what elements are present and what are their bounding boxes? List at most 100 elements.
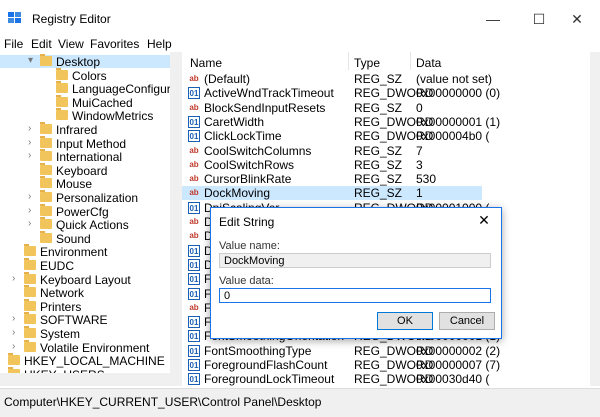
value-data: 0x00000000 (0) [416,86,501,101]
tree-item[interactable]: Colors [0,67,170,83]
menu-favorites[interactable]: Favorites [90,37,139,51]
value-row[interactable]: 01 ClickLockTime REG_DWORD 0x000004b0 ( [182,129,489,144]
folder-icon [56,67,68,80]
tree-item[interactable]: › Personalization [0,190,170,205]
tree-item-label: Keyboard Layout [40,272,131,287]
menu-help[interactable]: Help [147,37,172,51]
value-row[interactable]: 01 ForegroundFlashCount REG_DWORD 0x0000000… [182,358,500,372]
tree-item-label: Keyboard [56,163,108,178]
tree-item[interactable]: Sound [0,230,170,246]
minimize-button[interactable]: — [470,6,516,32]
tree-item[interactable]: › Infrared [0,122,170,137]
chevron-right-icon[interactable]: › [28,205,38,216]
chevron-right-icon[interactable]: › [28,191,38,202]
value-row[interactable]: 01 ActiveWndTrackTimeout REG_DWORD 0x000000… [182,86,500,100]
tree-item[interactable]: › Input Method [0,135,170,151]
chevron-right-icon[interactable]: › [0,354,6,365]
tree-vertical-scrollbar[interactable] [170,52,178,386]
tree-item[interactable]: Printers [0,298,170,314]
chevron-right-icon[interactable]: › [12,341,22,352]
menu-file[interactable]: File [4,37,23,51]
column-data-header[interactable]: Data [416,56,441,70]
column-divider[interactable] [410,52,411,70]
binary-value-icon: 01 [188,115,200,128]
value-name: ClickLockTime [204,129,282,144]
folder-icon [40,122,52,134]
chevron-right-icon[interactable]: › [28,123,38,134]
value-name: CaretWidth [204,114,265,129]
tree-item-label: Desktop [56,55,101,69]
tree-item[interactable]: WindowMetrics [0,108,170,123]
menu-edit[interactable]: Edit [31,37,52,51]
tree-item[interactable]: › Volatile Environment [0,339,170,355]
tree-item[interactable]: › PowerCfg [0,203,170,219]
chevron-right-icon[interactable]: › [12,313,22,324]
value-row[interactable]: 01 ForegroundLockTimeout REG_DWORD 0x00030d… [182,372,489,386]
tree-item-label: Printers [40,299,82,314]
column-name-header[interactable]: Name [190,56,222,70]
registry-tree[interactable]: ▾ DesktopColorsLanguageConfigurationMuiCa… [0,52,178,386]
tree-item-label: HKEY_LOCAL_MACHINE [24,354,165,369]
chevron-right-icon[interactable]: › [28,150,38,161]
binary-value-icon: 01 [188,201,200,214]
tree-item[interactable]: › System [0,326,170,341]
dialog-close-icon[interactable]: ✕ [473,212,495,230]
menu-view[interactable]: View [58,37,84,51]
chevron-right-icon[interactable]: › [12,327,22,338]
value-name: ForegroundLockTimeout [204,372,335,386]
value-type: REG_SZ [354,157,403,172]
tree-item[interactable]: › Keyboard Layout [0,271,170,287]
tree-item-label: Sound [56,231,91,246]
chevron-right-icon[interactable]: › [28,137,38,148]
tree-item[interactable]: MuiCached [0,94,170,110]
string-value-icon: ab [189,74,199,83]
tree-item[interactable]: › Quick Actions [0,217,170,233]
tree-item[interactable]: › HKEY_LOCAL_MACHINE [0,353,170,369]
value-data: 0 [416,100,423,115]
tree-item[interactable]: Network [0,285,170,300]
tree-item[interactable]: LanguageConfiguration [0,81,178,96]
value-data: 1 [416,186,423,201]
value-row[interactable]: ab DockMoving REG_SZ 1 [182,186,482,201]
status-path: Computer\HKEY_CURRENT_USER\Control Panel… [4,395,322,409]
tree-item[interactable]: ▾ Desktop [0,54,170,69]
value-data-field[interactable]: 0 [219,288,491,303]
folder-icon [56,81,68,94]
value-row[interactable]: ab (Default) REG_SZ (value not set) [182,72,492,86]
tree-item[interactable]: › International [0,149,170,164]
column-divider[interactable] [348,52,349,70]
tree-item[interactable]: Mouse [0,176,170,191]
value-name: BlockSendInputResets [204,100,326,115]
value-row[interactable]: 01 FontSmoothingType REG_DWORD 0x00000002 (… [182,343,500,358]
chevron-down-icon[interactable]: ▾ [28,55,38,66]
value-row[interactable]: 01 CaretWidth REG_DWORD 0x00000001 (1) [182,114,500,129]
tree-item[interactable]: › SOFTWARE [0,312,170,327]
tree-item[interactable]: Keyboard [0,162,170,178]
close-button[interactable]: ✕ [554,6,600,32]
chevron-right-icon[interactable]: › [12,273,22,284]
value-name: CoolSwitchColumns [204,143,312,158]
list-vertical-scrollbar[interactable] [590,52,600,386]
folder-icon [24,326,36,338]
string-value-icon: ab [189,102,199,112]
folder-icon [24,258,36,270]
value-row[interactable]: ab CoolSwitchRows REG_SZ 3 [182,158,482,172]
tree-item-label: LanguageConfiguration [72,82,178,97]
value-row[interactable]: ab CursorBlinkRate REG_SZ 530 [182,172,482,186]
cancel-button[interactable]: Cancel [439,312,495,330]
title-bar: Registry Editor — ☐ ✕ [0,0,600,34]
tree-horizontal-scrollbar[interactable] [0,373,178,386]
column-type-header[interactable]: Type [354,56,380,70]
string-value-icon: ab [189,231,199,241]
tree-item-label: Colors [72,68,107,83]
tree-item[interactable]: EUDC [0,258,170,273]
value-row[interactable]: ab CoolSwitchColumns REG_SZ 7 [182,144,482,158]
value-name: FontSmoothingType [204,343,312,358]
value-row[interactable]: ab BlockSendInputResets REG_SZ 0 [182,101,482,115]
chevron-right-icon[interactable]: › [28,218,38,229]
value-name-field: DockMoving [219,253,491,268]
tree-item[interactable]: Environment [0,244,170,259]
ok-button[interactable]: OK [377,312,433,330]
tree-item-label: Quick Actions [56,218,129,233]
folder-icon [40,230,52,243]
